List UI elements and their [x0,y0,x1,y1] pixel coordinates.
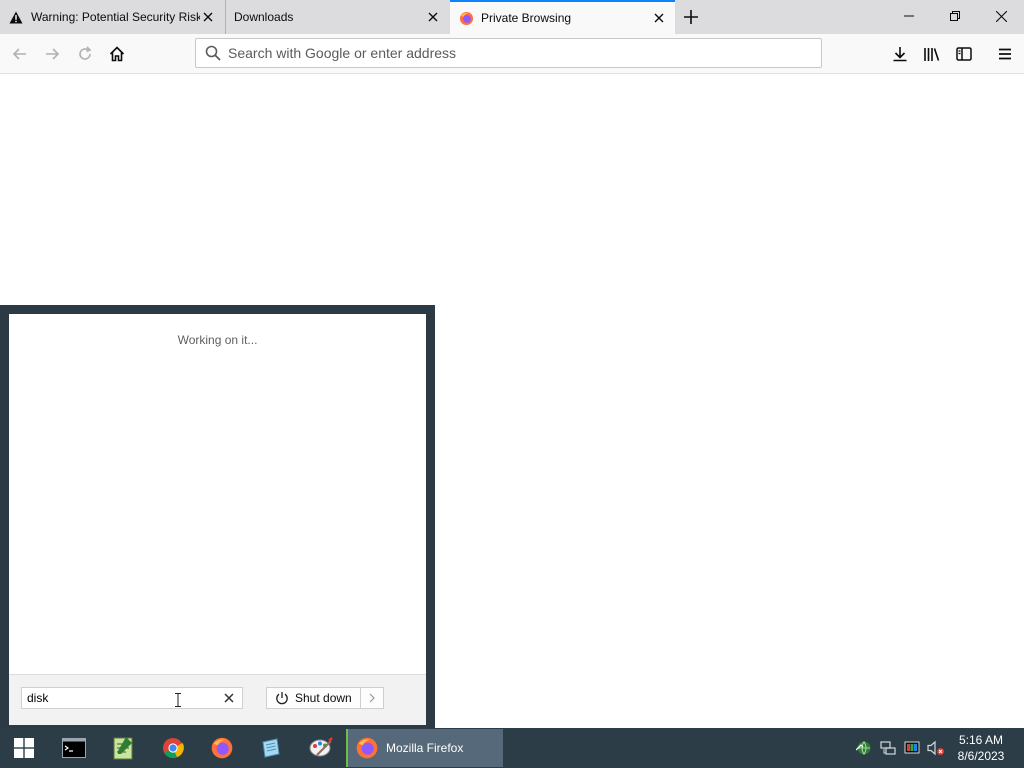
home-icon [109,46,125,62]
start-menu-results-panel: Working on it... Shut down [9,314,426,725]
volume-muted-icon [927,740,944,756]
sidebar-icon [956,47,972,61]
shutdown-button[interactable]: Shut down [267,688,362,708]
tab-security-warning[interactable]: Warning: Potential Security Risk Ahead [0,0,224,34]
restore-icon [950,11,960,21]
shutdown-label: Shut down [295,691,352,705]
close-window-button[interactable] [978,0,1024,32]
chrome-icon [163,738,184,759]
power-icon [275,691,289,705]
close-icon [224,693,234,703]
chevron-right-icon [369,693,375,703]
new-tab-button[interactable] [679,6,703,28]
download-icon [893,47,907,62]
search-icon [204,44,222,62]
active-window-label: Mozilla Firefox [386,741,464,755]
windows-logo-icon [14,738,34,758]
tray-network-globe[interactable] [853,728,875,768]
forward-button[interactable] [37,39,67,69]
start-menu-bottom-bar: Shut down [9,674,426,725]
tab-strip: Warning: Potential Security Risk Ahead D… [0,0,1024,34]
taskbar-notepad[interactable] [99,728,147,768]
notepad-icon [113,737,133,760]
firefox-icon [211,737,233,759]
tray-volume-muted[interactable] [925,728,947,768]
tab-private-browsing[interactable]: Private Browsing [450,0,675,34]
address-input[interactable] [228,45,788,61]
firefox-icon [356,737,378,759]
firefox-icon [458,10,474,26]
menu-button[interactable] [990,39,1020,69]
reload-icon [79,46,92,60]
home-button[interactable] [102,39,132,69]
restore-button[interactable] [932,0,978,32]
tab-downloads[interactable]: Downloads [225,0,449,34]
back-button[interactable] [5,39,35,69]
close-icon[interactable] [651,10,667,26]
taskbar-app-5[interactable] [247,728,295,768]
desktop-screen: Warning: Potential Security Risk Ahead D… [0,0,1024,768]
start-button[interactable] [0,728,48,768]
paint-palette-icon [309,737,333,757]
clock-time: 5:16 AM [958,733,1004,747]
plus-icon [684,10,698,24]
close-icon[interactable] [425,9,441,25]
sidebar-button[interactable] [949,39,979,69]
app-window-icon [262,738,280,758]
back-arrow-icon [12,48,26,60]
close-icon[interactable] [200,9,216,25]
library-icon [924,48,940,61]
shutdown-options-button[interactable] [361,688,383,708]
tab-title: Warning: Potential Security Risk Ahead [31,10,200,24]
clock-date: 8/6/2023 [957,749,1005,763]
start-search-input[interactable] [27,691,212,705]
taskbar: Mozilla Firefox 5:16 AM 8/6/2023 [0,728,1024,768]
shutdown-button-group: Shut down [266,687,384,709]
minimize-button[interactable] [886,0,932,32]
tray-display[interactable] [901,728,923,768]
navigation-toolbar [0,34,1024,74]
search-status-text: Working on it... [177,333,258,347]
start-search-box[interactable] [21,687,243,709]
tab-title: Downloads [234,10,294,24]
command-prompt-icon [62,738,86,758]
tab-title: Private Browsing [481,11,572,25]
hamburger-menu-icon [999,48,1011,60]
globe-network-icon [856,741,871,755]
reload-button[interactable] [70,39,100,69]
taskbar-chrome[interactable] [149,728,197,768]
forward-arrow-icon [46,48,60,60]
taskbar-active-firefox-window[interactable]: Mozilla Firefox [346,729,503,767]
downloads-button[interactable] [885,39,915,69]
taskbar-clock[interactable]: 5:16 AM 8/6/2023 [953,732,1009,764]
address-bar[interactable] [195,38,822,68]
network-icon [880,741,896,755]
taskbar-firefox[interactable] [198,728,246,768]
text-cursor-icon [175,693,181,707]
start-menu: Working on it... Shut down [0,305,435,728]
minimize-icon [904,15,914,17]
warning-icon [8,9,24,25]
close-icon [995,10,1007,22]
display-color-icon [904,741,920,754]
clear-search-button[interactable] [222,691,236,705]
taskbar-paint[interactable] [297,728,345,768]
tray-network[interactable] [877,728,899,768]
library-button[interactable] [917,39,947,69]
taskbar-command-prompt[interactable] [50,728,98,768]
